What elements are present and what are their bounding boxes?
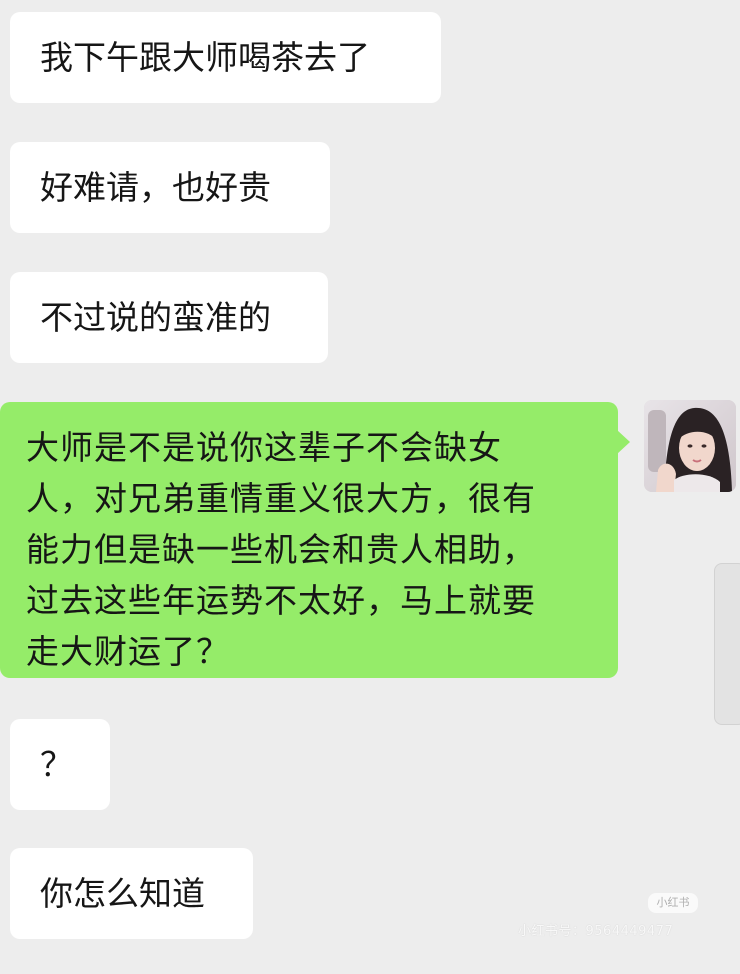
xiaohongshu-watermark-id: 小红书号：9564449477 — [518, 924, 674, 939]
received-message-bubble[interactable]: 你怎么知道 — [10, 848, 253, 939]
received-message-bubble[interactable]: 不过说的蛮准的 — [10, 272, 328, 363]
user-avatar-photo-icon — [644, 400, 736, 492]
received-message-bubble[interactable]: 好难请，也好贵 — [10, 142, 330, 233]
message-text-line: 能力但是缺一些机会和贵人相助， — [26, 530, 536, 569]
message-text: 我下午跟大师喝茶去了 — [40, 37, 370, 77]
message-text-line: 大师是不是说你这辈子不会缺女 — [26, 428, 502, 467]
received-message-bubble[interactable]: ？ — [10, 719, 110, 810]
received-message-bubble[interactable]: 我下午跟大师喝茶去了 — [10, 12, 441, 103]
user-avatar[interactable] — [644, 400, 736, 492]
bubble-tail-icon — [617, 430, 630, 454]
message-text: 好难请，也好贵 — [40, 167, 271, 207]
sent-message-bubble[interactable]: 大师是不是说你这辈子不会缺女 人，对兄弟重情重义很大方，很有 能力但是缺一些机会… — [0, 402, 630, 678]
chat-conversation: 我下午跟大师喝茶去了 好难请，也好贵 不过说的蛮准的 大师是不是说你这辈子不会缺… — [0, 0, 740, 974]
message-text: 你怎么知道 — [40, 873, 205, 913]
message-text-line: 人，对兄弟重情重义很大方，很有 — [26, 479, 536, 518]
message-text: 不过说的蛮准的 — [40, 297, 271, 337]
message-text-line: 过去这些年运势不太好，马上就要 — [26, 581, 536, 620]
message-text: ？ — [40, 744, 73, 784]
message-text-line: 走大财运了？ — [26, 632, 230, 671]
xiaohongshu-watermark-logo: 小红书 — [648, 893, 698, 913]
scroll-indicator[interactable] — [714, 563, 740, 725]
